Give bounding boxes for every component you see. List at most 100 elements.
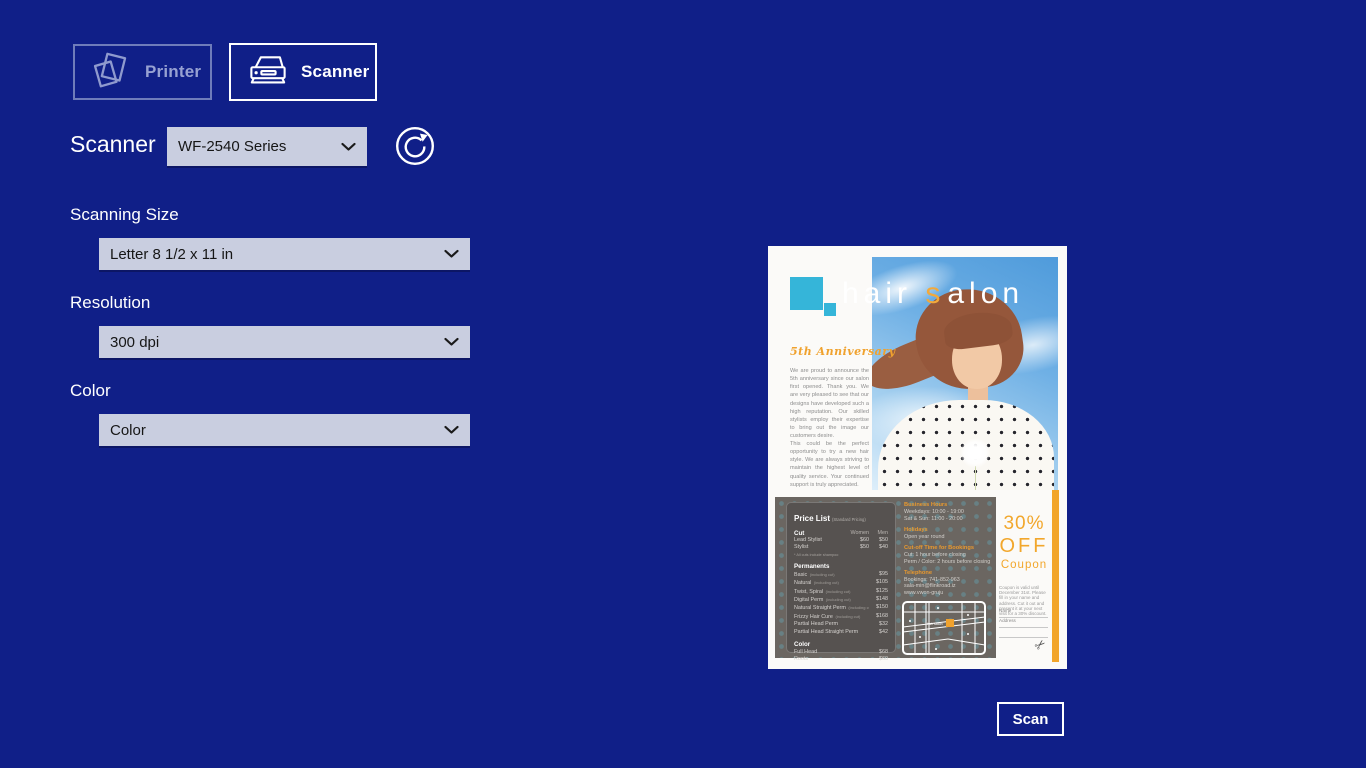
color-select[interactable]: Color [99,414,470,446]
permanents-heading: Permanents [794,563,888,570]
coupon-name-field: Name [999,608,1048,618]
col-cut: Cut [794,530,844,537]
price-row: Roots$60 [794,656,888,663]
dandelion [960,438,990,468]
row-name: Basic (including cut) [794,571,869,579]
salon-logo-square-small [824,303,836,316]
salon-logo-square [790,277,823,310]
price-list-columns: Cut Women Men [794,530,888,537]
flyer-title: hair salon [842,277,1024,311]
price-row: Natural (including cut)$105 [794,579,888,587]
row-name: Partial Head Perm [794,621,869,628]
telephone-line: Bookings: 741-852-963 [904,577,994,584]
scan-button[interactable]: Scan [997,702,1064,736]
price-row: Stylist $50 $40 [794,544,888,551]
row-price: $32 [869,621,888,628]
row-price: $68 [869,649,888,656]
scanner-device-value: WF-2540 Series [178,138,286,155]
coupon-name-label: Name [999,608,1011,613]
row-price-men: $40 [869,544,888,551]
row-price-women: $50 [844,544,869,551]
row-name: Twist, Spiral (including cut) [794,588,869,596]
refresh-scanner-button[interactable] [395,126,435,166]
scanning-size-label: Scanning Size [70,205,179,225]
col-men: Men [869,530,888,537]
salon-info: Business Hours Weekdays: 10:00 - 19:00 S… [904,502,994,597]
coupon-percent: 30% [997,513,1051,535]
flyer-title-alon: alon [947,277,1024,310]
row-name: Lead Stylist [794,537,844,544]
holidays-heading: Holidays [904,527,994,534]
chevron-down-icon [444,426,459,435]
business-hours-line: Sat & Sun: 11:00 - 20:00 [904,516,994,523]
telephone-heading: Telephone [904,570,994,577]
discount-coupon: 30% OFF Coupon Coupon is valid until Dec… [997,497,1051,658]
row-price: $168 [869,613,888,621]
coupon-word: Coupon [997,559,1051,571]
printer-papers-icon [89,49,135,95]
map-label: hair salon [927,622,943,626]
price-list-note: * All cuts include shampoo [794,553,888,558]
scissors-icon: ✂ [1031,635,1050,654]
row-price: $125 [869,588,888,596]
flyer-paragraph-1: We are proud to announce the 5th anniver… [790,367,869,440]
flyer-title-s: s [925,277,945,310]
row-price: $105 [869,579,888,587]
flyer-orange-bar [1052,490,1059,662]
price-row: Basic (including cut)$95 [794,571,888,579]
row-name: Roots [794,656,869,663]
chevron-down-icon [444,250,459,259]
resolution-value: 300 dpi [110,334,159,351]
scan-app: Printer Scanner Scanner WF-2540 Series [0,0,1366,768]
row-name: Digital Perm (including cut) [794,596,869,604]
col-women: Women [844,530,869,537]
salon-logo [790,277,838,319]
dandelion-stem [975,466,976,490]
resolution-label: Resolution [70,293,150,313]
tab-printer-label: Printer [145,62,201,82]
row-price: $42 [869,629,888,636]
flyer-title-hair: hair [842,277,912,310]
price-list-subtitle: (Standard Pricing) [832,517,866,522]
scanner-flatbed-icon [245,53,291,91]
row-name: Frizzy Hair Cure (including cut) [794,613,869,621]
price-row: Partial Head Perm$32 [794,621,888,628]
location-map: hair salon [902,601,986,655]
business-hours-line: Weekdays: 10:00 - 19:00 [904,509,994,516]
tab-printer[interactable]: Printer [73,44,212,100]
coupon-address-label: Address [999,618,1016,623]
row-price-men: $50 [869,537,888,544]
holidays-line: Open year round [904,534,994,541]
row-price: $95 [869,571,888,579]
telephone-line: sala-min@flinkroad.iz [904,583,994,590]
price-row: Lead Stylist $60 $50 [794,537,888,544]
row-name: Natural (including cut) [794,579,869,587]
row-price: $60 [869,656,888,663]
row-name: Partial Head Straight Perm [794,629,869,636]
signature-line [999,623,1048,628]
row-price: $148 [869,596,888,604]
price-row: Natural Straight Perm (including cut)$15… [794,604,888,612]
chevron-down-icon [341,142,356,151]
coupon-address-field: Address [999,618,1048,638]
anniversary-heading: 5th Anniversary [790,345,895,358]
resolution-select[interactable]: 300 dpi [99,326,470,358]
color-heading: Color [794,641,888,648]
scanner-device-select[interactable]: WF-2540 Series [167,127,367,166]
telephone-line: www.vwon-gruju [904,590,994,597]
tab-scanner-label: Scanner [301,62,370,82]
row-name: Stylist [794,544,844,551]
scanner-section-title: Scanner [70,131,156,158]
scanning-size-value: Letter 8 1/2 x 11 in [110,246,233,263]
row-price-women: $60 [844,537,869,544]
business-hours-heading: Business Hours [904,502,994,509]
row-price: $150 [869,604,888,612]
price-list-title: Price List [794,514,830,523]
tab-scanner[interactable]: Scanner [229,43,377,101]
scanning-size-select[interactable]: Letter 8 1/2 x 11 in [99,238,470,270]
color-value: Color [110,422,146,439]
cutoff-line: Perm / Color: 2 hours before closing [904,559,994,566]
price-row: Partial Head Straight Perm$42 [794,629,888,636]
cutoff-line: Cut: 1 hour before closing [904,552,994,559]
chevron-down-icon [444,338,459,347]
